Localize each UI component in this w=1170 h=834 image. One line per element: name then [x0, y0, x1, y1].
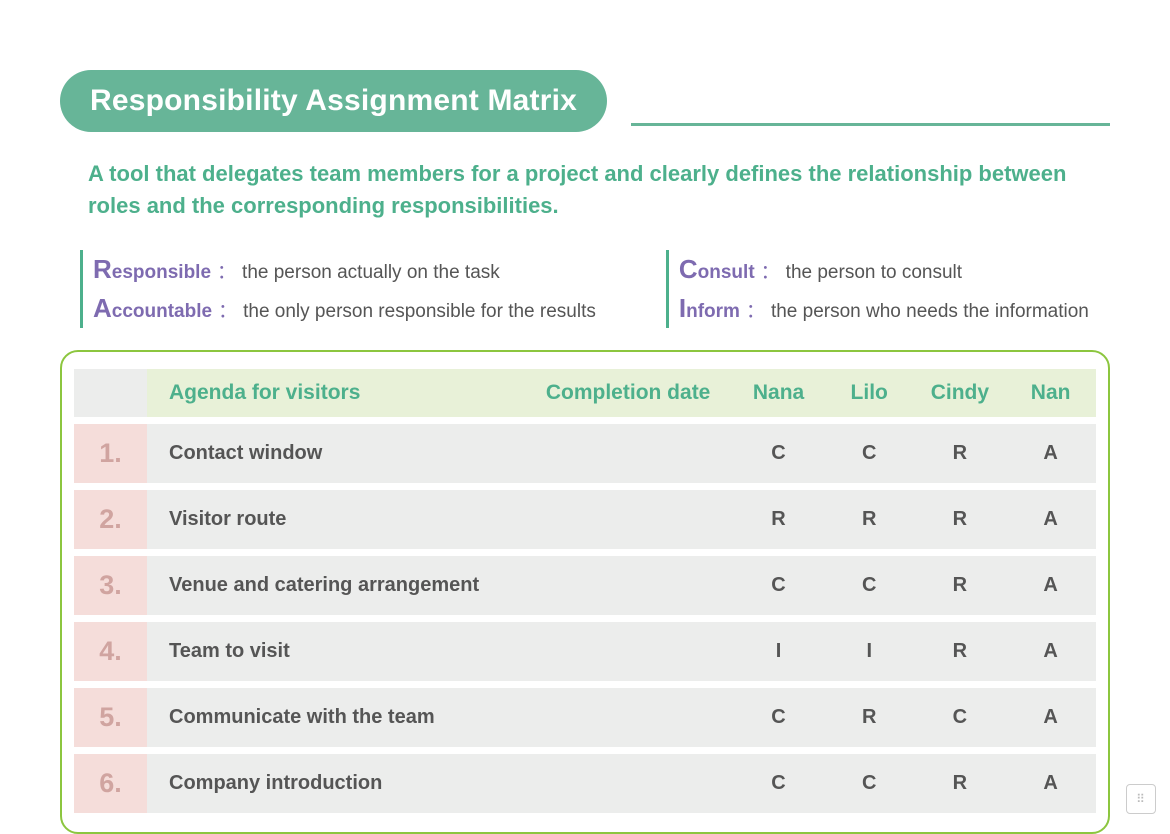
header-agenda: Agenda for visitors [147, 369, 523, 417]
legend-sep: ： [218, 298, 237, 327]
raci-cell: C [824, 424, 915, 483]
legend-consult: Consult ： the person to consult [679, 250, 1089, 289]
table-header-row: Agenda for visitors Completion date Nana… [74, 369, 1096, 417]
legend-term: Accountable [93, 289, 212, 328]
page-title: Responsibility Assignment Matrix [60, 70, 607, 132]
legend-inform: Inform ： the person who needs the inform… [679, 289, 1089, 328]
table-row: 4.Team to visitIIRA [74, 622, 1096, 681]
raci-cell: I [824, 622, 915, 681]
header-person-1: Lilo [824, 369, 915, 417]
legend-col-right: Consult ： the person to consult Inform ：… [666, 250, 1089, 328]
raci-cell: C [733, 688, 824, 747]
legend-sep: ： [746, 298, 765, 327]
row-date [523, 490, 733, 549]
row-number: 5. [74, 688, 147, 747]
legend: Responsible ： the person actually on the… [80, 250, 1110, 328]
row-task: Team to visit [147, 622, 523, 681]
raci-cell: A [1005, 754, 1096, 813]
legend-desc: the person who needs the information [771, 298, 1089, 327]
raci-cell: A [1005, 556, 1096, 615]
legend-accountable: Accountable ： the only person responsibl… [93, 289, 596, 328]
table-row: 5.Communicate with the teamCRCA [74, 688, 1096, 747]
row-date [523, 424, 733, 483]
legend-term: Responsible [93, 250, 211, 289]
raci-cell: R [915, 424, 1006, 483]
legend-desc: the person to consult [786, 259, 962, 288]
table-row: 1.Contact windowCCRA [74, 424, 1096, 483]
raci-cell: A [1005, 688, 1096, 747]
row-date [523, 556, 733, 615]
row-task: Contact window [147, 424, 523, 483]
legend-sep: ： [217, 259, 236, 288]
table-row: 3.Venue and catering arrangementCCRA [74, 556, 1096, 615]
raci-cell: C [733, 424, 824, 483]
legend-desc: the person actually on the task [242, 259, 500, 288]
row-task: Venue and catering arrangement [147, 556, 523, 615]
legend-desc: the only person responsible for the resu… [243, 298, 596, 327]
watermark-icon: ⠿ [1126, 784, 1156, 814]
raci-cell: C [733, 556, 824, 615]
raci-cell: R [915, 622, 1006, 681]
legend-term: Consult [679, 250, 755, 289]
legend-term: Inform [679, 289, 740, 328]
raci-cell: C [733, 754, 824, 813]
title-underline [631, 123, 1110, 126]
row-number: 3. [74, 556, 147, 615]
raci-cell: A [1005, 490, 1096, 549]
legend-responsible: Responsible ： the person actually on the… [93, 250, 596, 289]
header-person-3: Nan [1005, 369, 1096, 417]
row-date [523, 688, 733, 747]
row-date [523, 754, 733, 813]
matrix-frame: Agenda for visitors Completion date Nana… [60, 350, 1110, 834]
table-row: 6.Company introductionCCRA [74, 754, 1096, 813]
table-row: 2.Visitor routeRRRA [74, 490, 1096, 549]
row-task: Communicate with the team [147, 688, 523, 747]
raci-cell: C [824, 754, 915, 813]
raci-cell: R [915, 556, 1006, 615]
row-number: 1. [74, 424, 147, 483]
raci-cell: R [824, 490, 915, 549]
header-blank [74, 369, 147, 417]
raci-cell: C [915, 688, 1006, 747]
raci-cell: I [733, 622, 824, 681]
row-date [523, 622, 733, 681]
raci-cell: A [1005, 424, 1096, 483]
header-person-2: Cindy [915, 369, 1006, 417]
legend-sep: ： [761, 259, 780, 288]
header-person-0: Nana [733, 369, 824, 417]
row-task: Company introduction [147, 754, 523, 813]
subtitle: A tool that delegates team members for a… [88, 158, 1068, 222]
raci-cell: R [733, 490, 824, 549]
row-number: 2. [74, 490, 147, 549]
raci-cell: R [824, 688, 915, 747]
raci-table: Agenda for visitors Completion date Nana… [74, 362, 1096, 820]
legend-col-left: Responsible ： the person actually on the… [80, 250, 596, 328]
row-task: Visitor route [147, 490, 523, 549]
raci-cell: A [1005, 622, 1096, 681]
raci-cell: C [824, 556, 915, 615]
row-number: 4. [74, 622, 147, 681]
title-row: Responsibility Assignment Matrix [60, 70, 1110, 132]
raci-cell: R [915, 490, 1006, 549]
raci-cell: R [915, 754, 1006, 813]
row-number: 6. [74, 754, 147, 813]
header-date: Completion date [523, 369, 733, 417]
